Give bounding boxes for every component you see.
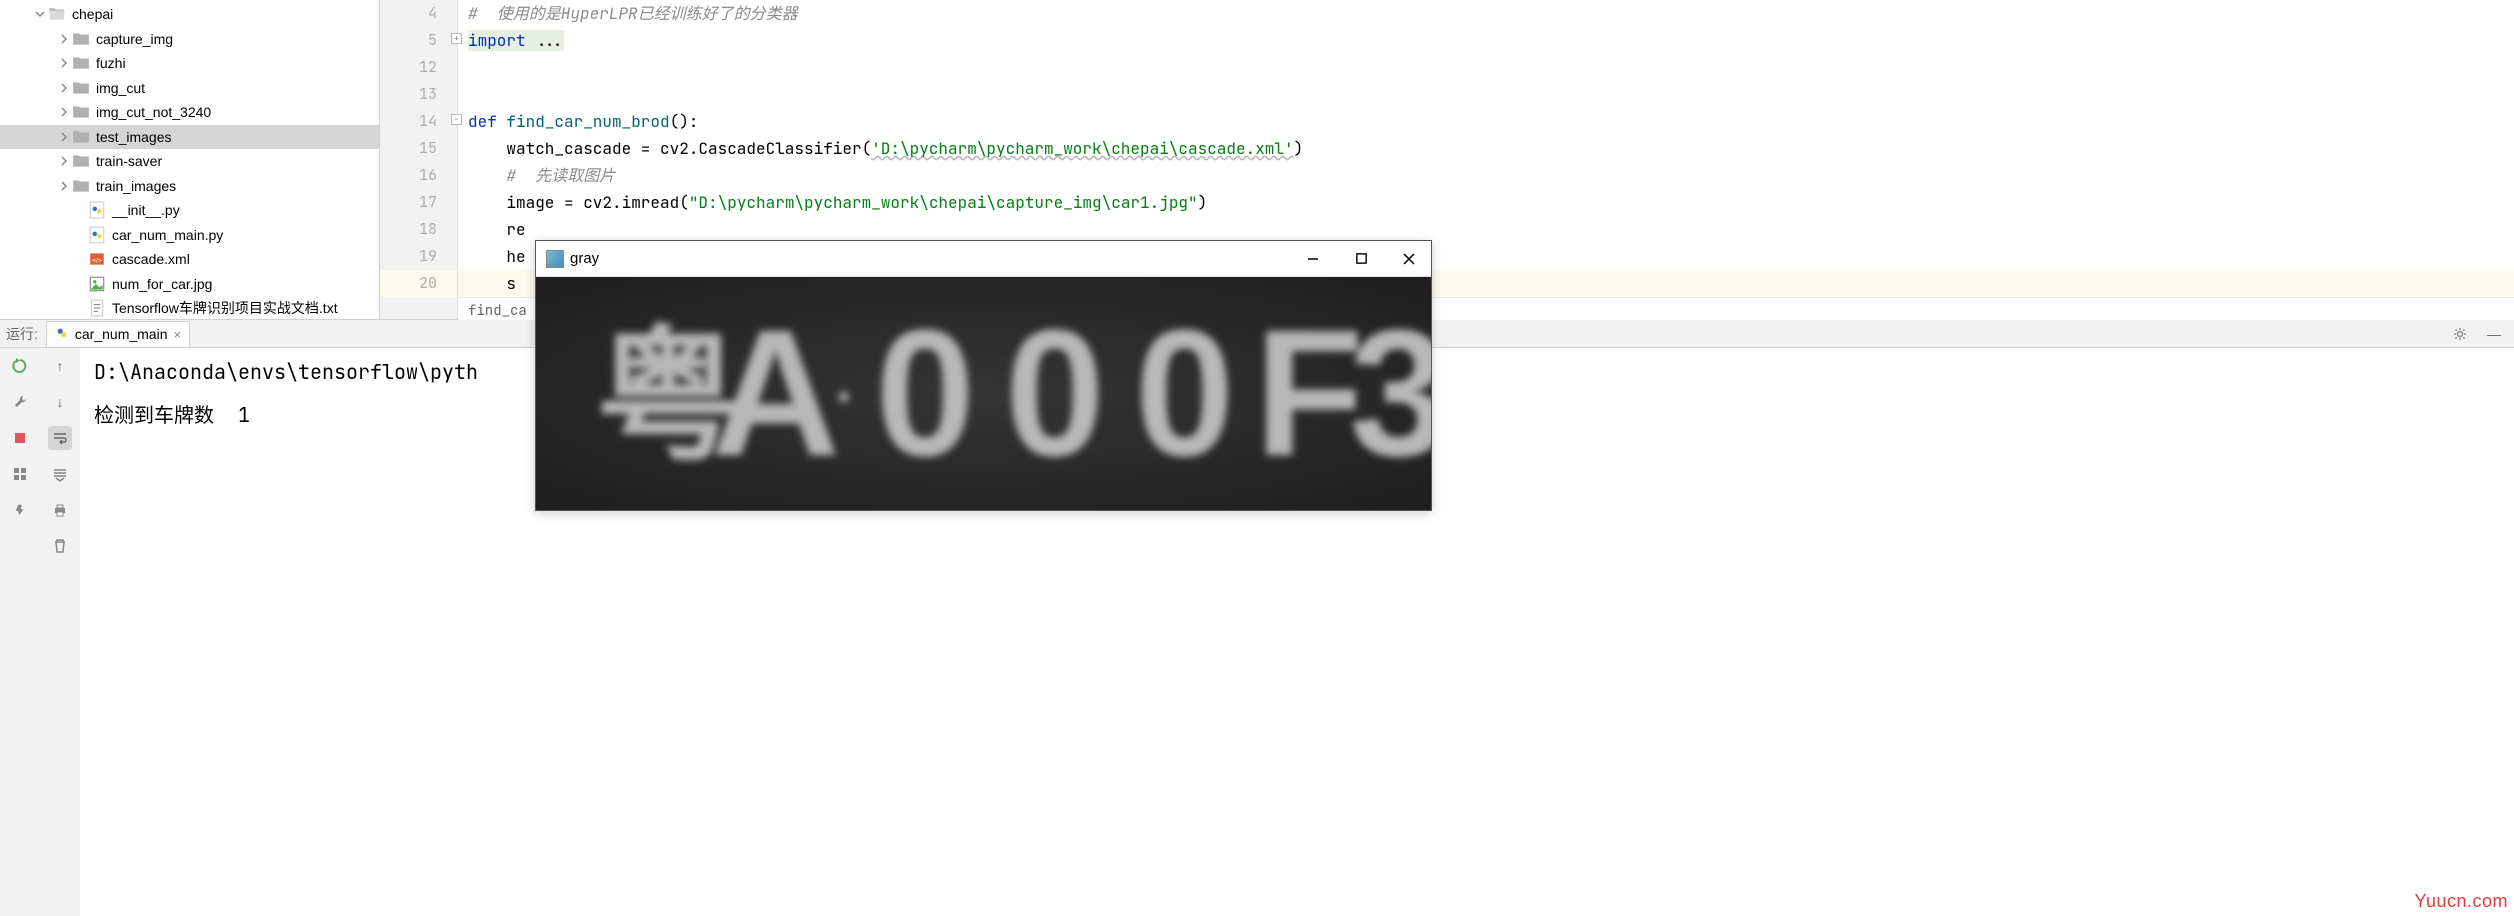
chevron-down-icon[interactable] xyxy=(32,6,48,22)
tree-folder-train-saver[interactable]: train-saver xyxy=(0,149,379,174)
python-file-icon xyxy=(88,226,106,244)
tree-folder-img-cut-not[interactable]: img_cut_not_3240 xyxy=(0,100,379,125)
editor-gutter[interactable]: 4 5 12 13 14 15 16 17 18 19 20 xyxy=(380,0,458,319)
tree-file-cascade-xml[interactable]: </> cascade.xml xyxy=(0,247,379,272)
project-tree[interactable]: chepai capture_img fuzhi img_cut img_cut xyxy=(0,0,380,319)
tree-folder-fuzhi[interactable]: fuzhi xyxy=(0,51,379,76)
fold-marker-icon[interactable]: + xyxy=(451,33,462,44)
chevron-right-icon[interactable] xyxy=(56,80,72,96)
tree-folder-train-images[interactable]: train_images xyxy=(0,174,379,199)
folder-open-icon xyxy=(48,5,66,23)
svg-text:0: 0 xyxy=(875,293,975,494)
folder-icon xyxy=(72,177,90,195)
close-icon[interactable]: × xyxy=(174,327,182,342)
tree-folder-chepai[interactable]: chepai xyxy=(0,2,379,27)
gear-icon[interactable] xyxy=(2448,322,2472,346)
chevron-right-icon[interactable] xyxy=(56,153,72,169)
minimize-button[interactable] xyxy=(1301,247,1325,271)
soft-wrap-icon[interactable] xyxy=(48,426,72,450)
folder-icon xyxy=(72,54,90,72)
folder-icon xyxy=(72,79,90,97)
chevron-right-icon[interactable] xyxy=(56,129,72,145)
code-keyword: import xyxy=(468,30,535,51)
opencv-window[interactable]: gray 粤 A · 0 0 0 F xyxy=(535,240,1432,511)
fold-marker-icon[interactable]: − xyxy=(451,114,462,125)
python-file-icon xyxy=(88,201,106,219)
opencv-icon xyxy=(546,250,564,268)
chevron-right-icon[interactable] xyxy=(56,31,72,47)
chevron-right-icon[interactable] xyxy=(56,104,72,120)
image-file-icon xyxy=(88,275,106,293)
svg-text:3: 3 xyxy=(1349,293,1431,494)
folder-icon xyxy=(72,103,90,121)
maximize-button[interactable] xyxy=(1349,247,1373,271)
chevron-right-icon[interactable] xyxy=(56,55,72,71)
svg-text:0: 0 xyxy=(1135,293,1235,494)
up-arrow-icon[interactable]: ↑ xyxy=(48,354,72,378)
minimize-icon[interactable]: — xyxy=(2482,322,2506,346)
tree-folder-capture-img[interactable]: capture_img xyxy=(0,27,379,52)
scroll-to-end-icon[interactable] xyxy=(48,462,72,486)
svg-text:F: F xyxy=(1254,293,1364,494)
layout-icon[interactable] xyxy=(8,462,32,486)
svg-text:</>: </> xyxy=(92,258,102,265)
print-icon[interactable] xyxy=(48,498,72,522)
tree-folder-test-images[interactable]: test_images xyxy=(0,125,379,150)
wrench-icon[interactable] xyxy=(8,390,32,414)
chevron-right-icon[interactable] xyxy=(56,178,72,194)
pin-icon[interactable] xyxy=(8,498,32,522)
xml-file-icon: </> xyxy=(88,250,106,268)
folder-icon xyxy=(72,30,90,48)
rerun-icon[interactable] xyxy=(8,354,32,378)
run-label: 运行: xyxy=(6,324,38,344)
window-title: gray xyxy=(570,250,1301,267)
folder-icon xyxy=(72,128,90,146)
text-file-icon xyxy=(88,299,106,317)
tree-file-num-for-car[interactable]: num_for_car.jpg xyxy=(0,272,379,297)
svg-text:·: · xyxy=(835,363,855,430)
window-titlebar[interactable]: gray xyxy=(536,241,1431,277)
tree-file-car-num-main[interactable]: car_num_main.py xyxy=(0,223,379,248)
watermark: Yuucn.com xyxy=(2414,891,2508,912)
svg-text:A: A xyxy=(711,293,841,494)
license-plate-image: 粤 A · 0 0 0 F 3 xyxy=(536,277,1431,510)
run-toolbar-secondary: ↑ ↓ xyxy=(40,348,80,916)
trash-icon[interactable] xyxy=(48,534,72,558)
run-toolbar-primary xyxy=(0,348,40,916)
python-icon xyxy=(55,326,69,343)
folder-icon xyxy=(72,152,90,170)
svg-text:0: 0 xyxy=(1005,293,1105,494)
down-arrow-icon[interactable]: ↓ xyxy=(48,390,72,414)
tree-folder-img-cut[interactable]: img_cut xyxy=(0,76,379,101)
close-button[interactable] xyxy=(1397,247,1421,271)
tree-file-init[interactable]: __init__.py xyxy=(0,198,379,223)
tree-file-txt[interactable]: Tensorflow车牌识别项目实战文档.txt xyxy=(0,296,379,319)
code-comment: # 使用的是HyperLPR已经训练好了的分类器 xyxy=(468,3,798,24)
stop-icon[interactable] xyxy=(8,426,32,450)
run-tab[interactable]: car_num_main × xyxy=(46,321,190,347)
